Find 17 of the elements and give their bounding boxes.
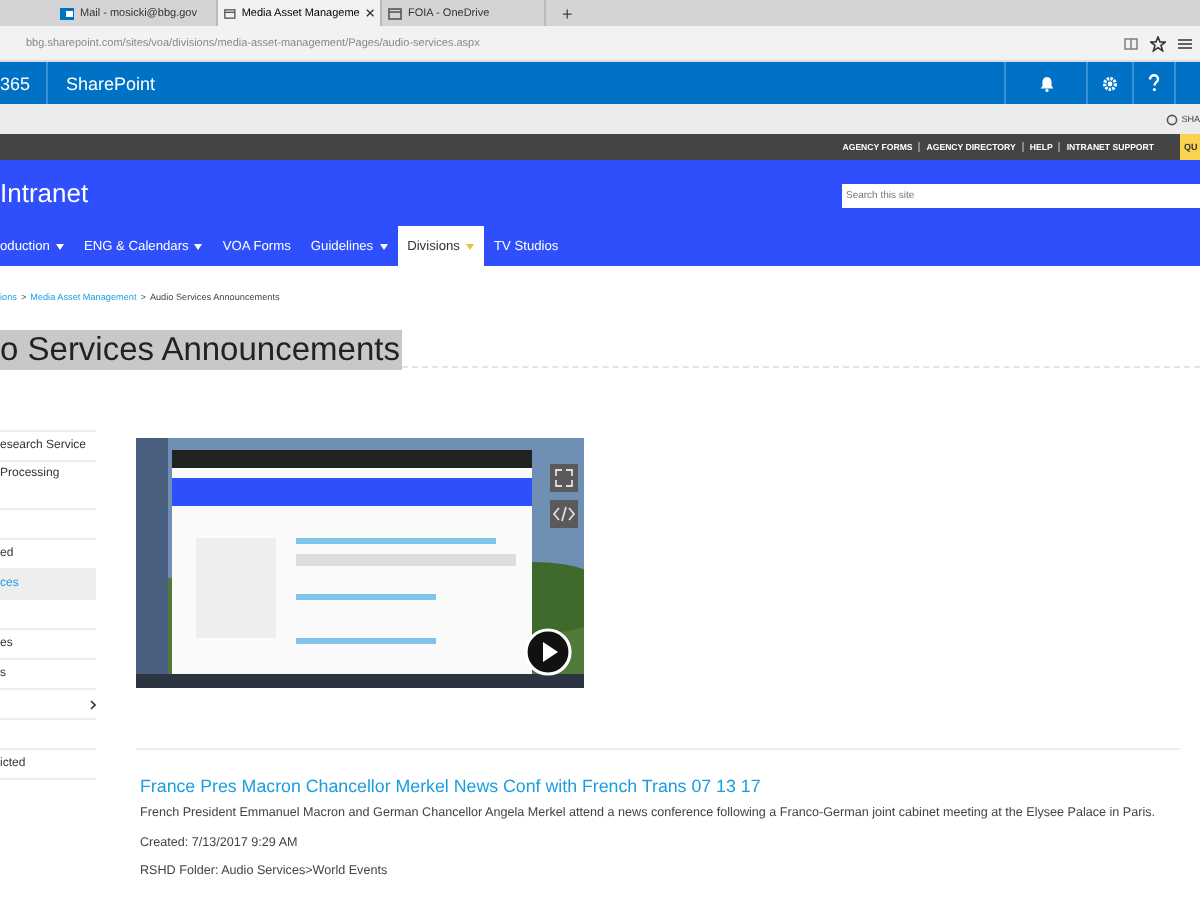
fullscreen-button[interactable]: [550, 464, 578, 492]
menu-icon[interactable]: [1178, 37, 1192, 49]
star-icon[interactable]: [1150, 35, 1166, 51]
settings-icon[interactable]: [1102, 75, 1118, 91]
site-title[interactable]: Intranet: [0, 178, 89, 208]
book-icon[interactable]: [1124, 37, 1138, 49]
sync-icon[interactable]: [1165, 113, 1178, 125]
app-title[interactable]: SharePoint: [48, 73, 156, 93]
close-icon[interactable]: [365, 8, 374, 18]
help-icon[interactable]: [1148, 74, 1160, 92]
page-icon: [224, 7, 236, 19]
play-button[interactable]: [524, 628, 572, 676]
page-icon: [388, 7, 402, 19]
bell-icon[interactable]: [1039, 75, 1053, 91]
mail-icon: [60, 7, 74, 19]
new-tab-button[interactable]: +: [546, 3, 589, 23]
page-title: o Services Announcements: [0, 330, 402, 370]
